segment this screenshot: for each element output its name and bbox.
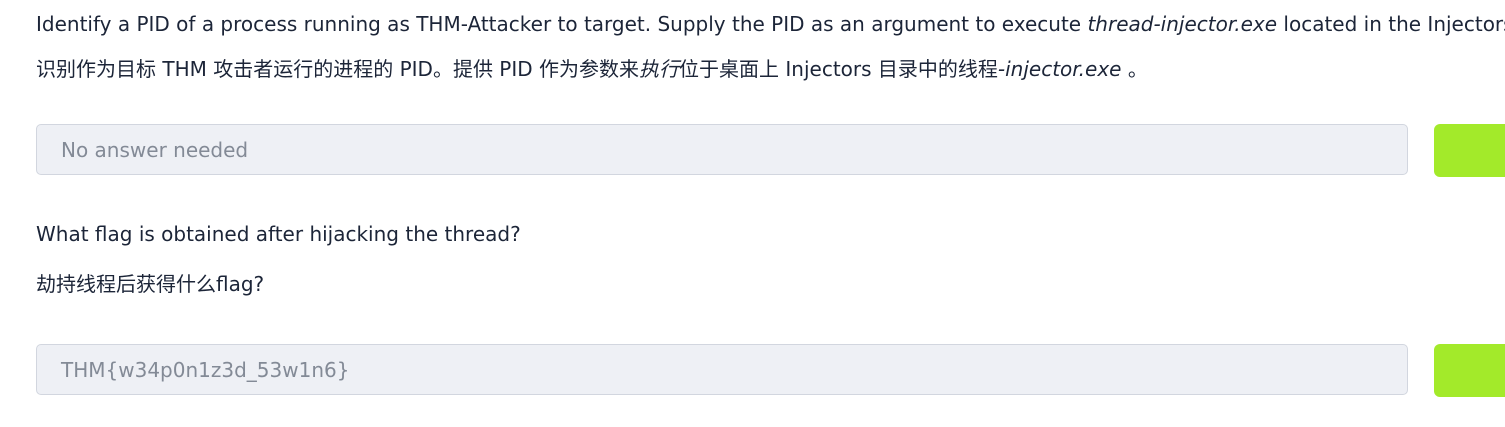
question-1-translation: 识别作为目标 THM 攻击者运行的进程的 PID。提供 PID 作为参数来执行位… xyxy=(36,56,1148,82)
submit-button-1[interactable] xyxy=(1434,124,1505,177)
question-1-translation-suffix: 。 xyxy=(1121,57,1148,81)
question-2-text: What flag is obtained after hijacking th… xyxy=(36,222,521,246)
question-2-translation: 劫持线程后获得什么flag? xyxy=(36,272,265,296)
question-1-translation-filename: -injector.exe xyxy=(997,57,1122,81)
question-1-translation-middle: 位于桌面上 Injectors 目录中的线程 xyxy=(679,57,998,81)
submit-button-2[interactable] xyxy=(1434,344,1505,397)
answer-field-2[interactable]: THM{w34p0n1z3d_53w1n6} xyxy=(36,344,1408,395)
question-1-text-suffix: located in the Injectors di xyxy=(1283,12,1505,36)
question-1-filename: thread-injector.exe xyxy=(1087,12,1278,36)
question-1-text: Identify a PID of a process running as T… xyxy=(36,11,1505,37)
question-1-translation-italic-verb: 执行 xyxy=(639,57,680,81)
answer-field-1[interactable]: No answer needed xyxy=(36,124,1408,175)
question-1-text-prefix: Identify a PID of a process running as T… xyxy=(36,12,1088,36)
question-1-translation-prefix: 识别作为目标 THM 攻击者运行的进程的 PID。提供 PID 作为参数来 xyxy=(36,57,640,81)
